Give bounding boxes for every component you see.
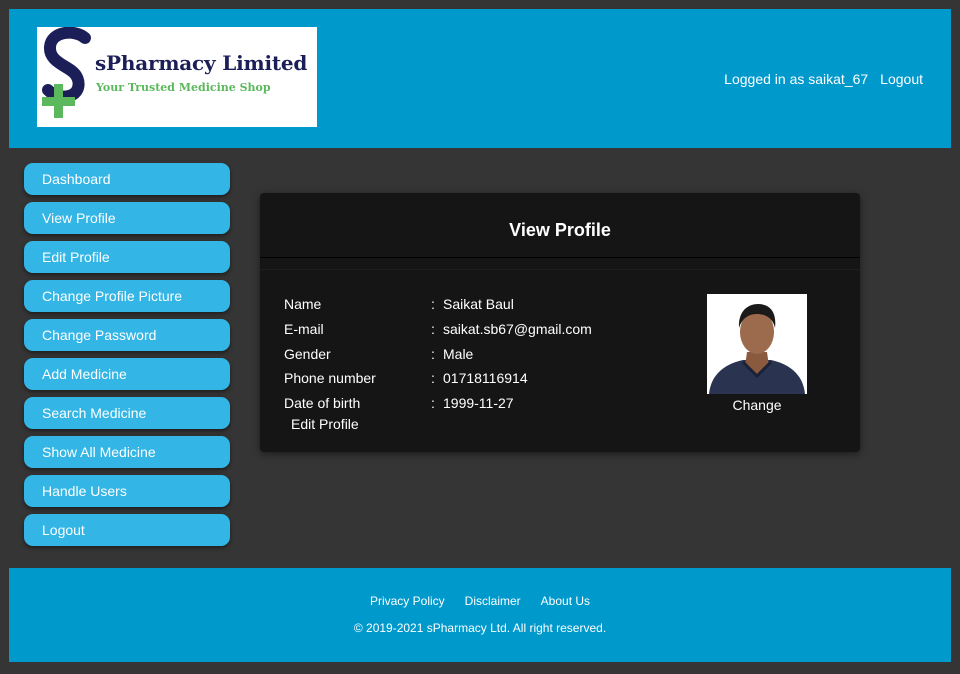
field-separator: : — [431, 321, 435, 337]
site-header: sPharmacy Limited Your Trusted Medicine … — [9, 9, 951, 148]
edit-profile-link[interactable]: Edit Profile — [291, 416, 359, 432]
brand-name: sPharmacy Limited — [95, 51, 308, 75]
site-footer: Privacy Policy Disclaimer About Us © 2019-… — [9, 568, 951, 662]
copyright-text: © 2019-2021 sPharmacy Ltd. All right res… — [353, 621, 607, 635]
brand-tagline: Your Trusted Medicine Shop — [96, 81, 271, 94]
field-label: E-mail — [284, 321, 324, 337]
sidebar-nav: Dashboard View Profile Edit Profile Chan… — [24, 163, 230, 553]
sidebar-item-handle-users[interactable]: Handle Users — [24, 475, 230, 507]
field-label: Name — [284, 296, 322, 312]
footer-link-privacy-policy[interactable]: Privacy Policy — [370, 594, 445, 608]
field-label: Gender — [284, 346, 331, 362]
sidebar-item-view-profile[interactable]: View Profile — [24, 202, 230, 234]
sidebar-item-show-all-medicine[interactable]: Show All Medicine — [24, 436, 230, 468]
user-area: Logged in as saikat_67 Logout — [724, 71, 923, 87]
field-separator: : — [431, 346, 435, 362]
sidebar-item-logout[interactable]: Logout — [24, 514, 230, 546]
field-value: Male — [443, 346, 474, 362]
footer-links: Privacy Policy Disclaimer About Us — [9, 594, 951, 608]
footer-link-about-us[interactable]: About Us — [541, 594, 590, 608]
field-separator: : — [431, 395, 435, 411]
sidebar-item-search-medicine[interactable]: Search Medicine — [24, 397, 230, 429]
field-separator: : — [431, 370, 435, 386]
field-value: Saikat Baul — [443, 296, 514, 312]
pharmacy-s-cross-icon — [42, 27, 91, 118]
change-picture-link[interactable]: Change — [707, 397, 807, 413]
profile-card-title: View Profile — [260, 193, 860, 258]
sidebar-item-add-medicine[interactable]: Add Medicine — [24, 358, 230, 390]
field-label: Phone number — [284, 370, 376, 386]
brand-logo[interactable]: sPharmacy Limited Your Trusted Medicine … — [37, 27, 317, 127]
sidebar-item-change-password[interactable]: Change Password — [24, 319, 230, 351]
field-value: 01718116914 — [443, 370, 528, 386]
field-separator: : — [431, 296, 435, 312]
field-value: saikat.sb67@gmail.com — [443, 321, 592, 337]
person-photo-icon — [707, 294, 807, 394]
sidebar-item-dashboard[interactable]: Dashboard — [24, 163, 230, 195]
footer-link-disclaimer[interactable]: Disclaimer — [465, 594, 521, 608]
header-logout-link[interactable]: Logout — [880, 71, 923, 87]
sidebar-item-change-profile-picture[interactable]: Change Profile Picture — [24, 280, 230, 312]
field-value: 1999-11-27 — [443, 395, 514, 411]
divider — [260, 269, 860, 270]
field-label: Date of birth — [284, 395, 361, 411]
profile-picture — [707, 294, 807, 394]
logged-in-status: Logged in as saikat_67 — [724, 71, 869, 87]
sidebar-item-edit-profile[interactable]: Edit Profile — [24, 241, 230, 273]
profile-card: View Profile Name : Saikat Baul E-mail :… — [260, 193, 860, 452]
